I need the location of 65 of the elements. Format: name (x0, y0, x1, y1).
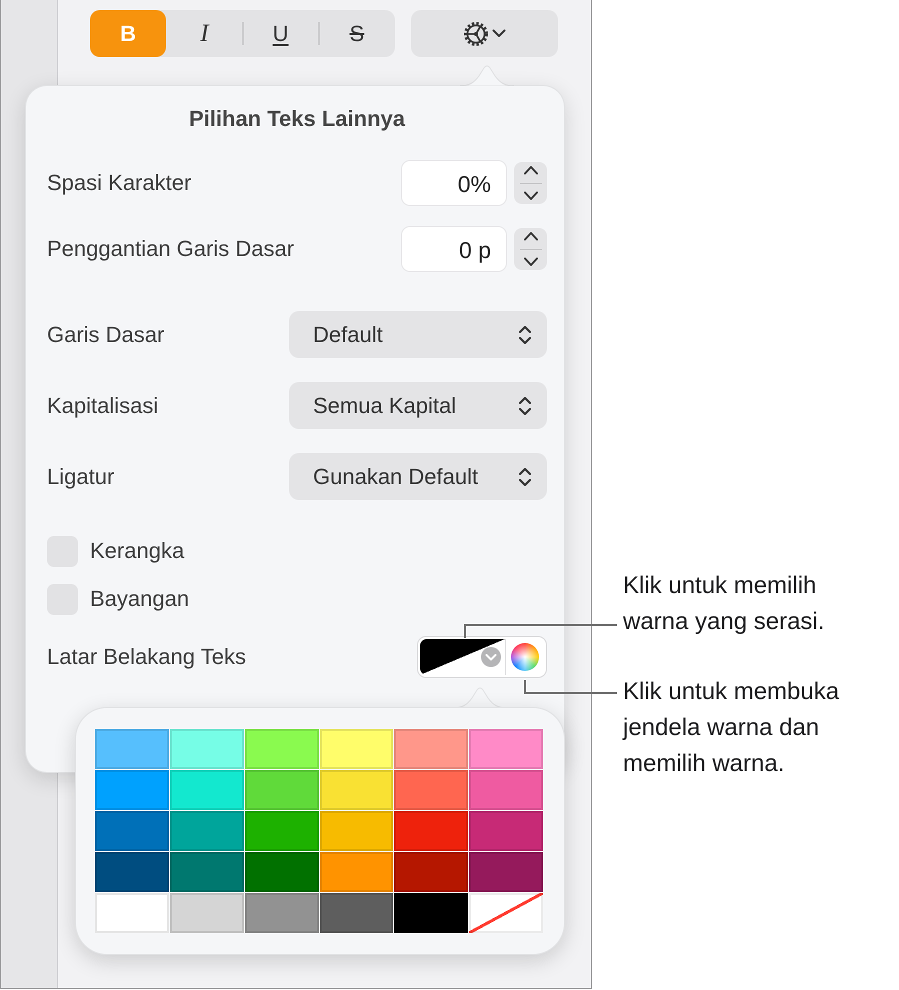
chevron-up-icon (522, 231, 538, 241)
color-wheel-icon (511, 643, 539, 671)
color-swatch[interactable] (469, 811, 543, 851)
option-label: Kapitalisasi (47, 392, 158, 418)
gear-icon (463, 20, 489, 46)
color-swatch[interactable] (244, 893, 318, 933)
checkbox-label: Bayangan (90, 586, 190, 612)
popover-title: Pilihan Teks Lainnya (188, 105, 406, 133)
color-swatch[interactable] (469, 770, 543, 810)
callout-text: Klik untuk membuka jendela warna dan memilih warna. (623, 677, 840, 779)
fill-preset-button[interactable] (420, 639, 505, 675)
option-label: Spasi Karakter (47, 170, 192, 196)
color-swatch[interactable] (394, 729, 468, 769)
popup-menu[interactable]: Gunakan Default (289, 453, 547, 500)
color-swatch[interactable] (170, 852, 244, 892)
color-swatch[interactable] (95, 852, 169, 892)
option-label: Penggantian Garis Dasar (47, 236, 294, 262)
popup-menu[interactable]: Semua Kapital (289, 382, 547, 429)
color-swatch[interactable] (95, 893, 169, 933)
chevron-up-icon (522, 165, 538, 175)
color-swatch[interactable] (394, 811, 468, 851)
color-swatch[interactable] (170, 770, 244, 810)
checkbox-label: Kerangka (90, 538, 184, 564)
color-swatch[interactable] (170, 729, 244, 769)
color-swatch[interactable] (320, 770, 394, 810)
stepper-control[interactable] (514, 228, 547, 270)
stepper-control[interactable] (514, 162, 547, 204)
color-swatch[interactable] (244, 811, 318, 851)
color-swatch[interactable] (469, 852, 543, 892)
color-swatch[interactable] (394, 893, 468, 933)
color-swatch[interactable] (95, 770, 169, 810)
color-swatch[interactable] (394, 852, 468, 892)
up-down-chevron-icon (518, 324, 532, 346)
value-field[interactable]: 0% (401, 160, 507, 206)
color-swatch[interactable] (170, 811, 244, 851)
color-swatch[interactable] (469, 729, 543, 769)
popup-menu[interactable]: Default (289, 311, 547, 358)
chevron-down-icon (522, 257, 538, 267)
color-swatch[interactable] (244, 770, 318, 810)
callout-text: Klik untuk memilih warna yang serasi. (623, 571, 826, 637)
chevron-circle-icon (481, 647, 501, 667)
up-down-chevron-icon (518, 394, 532, 416)
chevron-down-icon (492, 29, 506, 38)
color-swatch[interactable] (170, 893, 244, 933)
up-down-chevron-icon (518, 466, 532, 488)
color-swatch[interactable] (95, 729, 169, 769)
value-field[interactable]: 0 p (401, 226, 507, 272)
strikethrough-button[interactable]: S (318, 10, 395, 57)
color-swatch[interactable] (244, 852, 318, 892)
color-swatch[interactable] (320, 811, 394, 851)
color-wheel-button[interactable] (505, 639, 544, 675)
color-swatch[interactable] (320, 893, 394, 933)
option-label: Ligatur (47, 464, 114, 490)
italic-button[interactable]: I (166, 10, 242, 57)
chevron-down-icon (522, 191, 538, 201)
color-swatch[interactable] (394, 770, 468, 810)
gear-menu-button[interactable] (411, 10, 558, 57)
no-color-swatch[interactable] (469, 893, 543, 933)
color-swatch[interactable] (95, 811, 169, 851)
color-swatch[interactable] (320, 852, 394, 892)
underline-button[interactable]: U (242, 10, 319, 57)
color-swatch[interactable] (244, 729, 318, 769)
option-label: Garis Dasar (47, 322, 164, 348)
color-swatch[interactable] (320, 729, 394, 769)
option-label: Latar Belakang Teks (47, 644, 246, 670)
